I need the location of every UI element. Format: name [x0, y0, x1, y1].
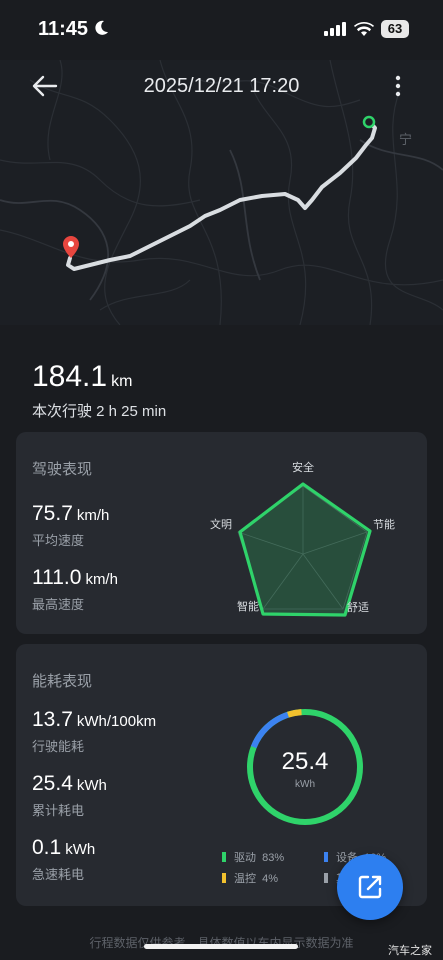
distance-unit: km [111, 373, 133, 390]
trip-duration: 本次行驶 2 h 25 min [32, 403, 167, 420]
max-speed-unit: km/h [85, 571, 118, 588]
legend-swatch [222, 873, 226, 883]
legend-pct: 4% [262, 873, 279, 885]
radar-label-civil: 文明 [210, 519, 232, 531]
legend-drive: 驱动 83% [222, 849, 284, 865]
total-energy-label: 累计耗电 [32, 803, 85, 818]
donut-segment-device [250, 711, 290, 749]
legend-swatch [222, 852, 226, 862]
trip-distance: 184.1 km [32, 360, 132, 394]
share-button[interactable] [337, 854, 403, 920]
avg-speed-metric: 75.7 km/h 平均速度 [32, 502, 109, 549]
avg-speed-label: 平均速度 [32, 533, 85, 548]
legend-label: 温控 [234, 873, 256, 885]
battery-indicator: 63 [381, 20, 409, 38]
status-time: 11:45 [38, 18, 89, 40]
end-point-marker [362, 115, 376, 129]
total-energy-unit: kWh [76, 777, 107, 794]
radar-label-safety: 安全 [292, 462, 314, 474]
hard-accel-label: 急速耗电 [32, 867, 85, 882]
donut-segment-climate [287, 709, 302, 718]
total-energy-metric: 25.4 kWh 累计耗电 [32, 772, 107, 819]
driving-card-title: 驾驶表现 [32, 461, 93, 478]
distance-value: 184.1 [32, 360, 108, 393]
max-speed-label: 最高速度 [32, 597, 85, 612]
max-speed-value: 111.0 [32, 566, 82, 589]
radar-label-comfort: 舒适 [347, 602, 369, 614]
donut-center-unit: kWh [295, 779, 315, 790]
radar-label-eco: 节能 [373, 519, 395, 531]
hard-accel-energy-metric: 0.1 kWh 急速耗电 [32, 836, 95, 883]
radar-score-shape [238, 482, 372, 617]
home-indicator[interactable] [144, 944, 298, 949]
radar-label-smart: 智能 [237, 601, 259, 613]
driving-radar-chart [237, 482, 372, 617]
total-energy-value: 25.4 [32, 772, 73, 795]
hard-accel-value: 0.1 [32, 836, 62, 859]
top-bar: 2025/12/21 17:20 [0, 60, 443, 115]
map-place-label: 宁 [399, 132, 412, 148]
cellular-signal-icon [324, 22, 346, 36]
avg-speed-value: 75.7 [32, 502, 73, 525]
legend-swatch [324, 852, 328, 862]
moon-icon [95, 20, 108, 35]
status-bar: 11:45 63 [0, 0, 443, 60]
legend-label: 驱动 [234, 852, 256, 864]
donut-center-value: 25.4 [281, 748, 329, 775]
wifi-icon [354, 21, 374, 36]
hard-accel-unit: kWh [65, 841, 96, 858]
avg-speed-unit: km/h [76, 507, 110, 524]
driving-performance-card: 驾驶表现 75.7 km/h 平均速度 111.0 km/h 最高速度 安全 节能 … [16, 432, 427, 634]
consumption-value: 13.7 [32, 708, 73, 731]
legend-climate: 温控 4% [222, 870, 278, 886]
consumption-unit: kWh/100km [76, 713, 157, 730]
watermark: 汽车之家 [388, 945, 432, 957]
share-icon [358, 875, 382, 899]
legend-pct: 83% [262, 852, 285, 864]
max-speed-metric: 111.0 km/h 最高速度 [32, 566, 118, 613]
energy-card-title: 能耗表现 [32, 673, 93, 690]
consumption-metric: 13.7 kWh/100km 行驶能耗 [32, 708, 156, 755]
trip-datetime-title: 2025/12/21 17:20 [143, 75, 300, 97]
consumption-label: 行驶能耗 [32, 739, 85, 754]
legend-swatch [324, 873, 328, 883]
more-options-icon[interactable] [388, 72, 408, 100]
